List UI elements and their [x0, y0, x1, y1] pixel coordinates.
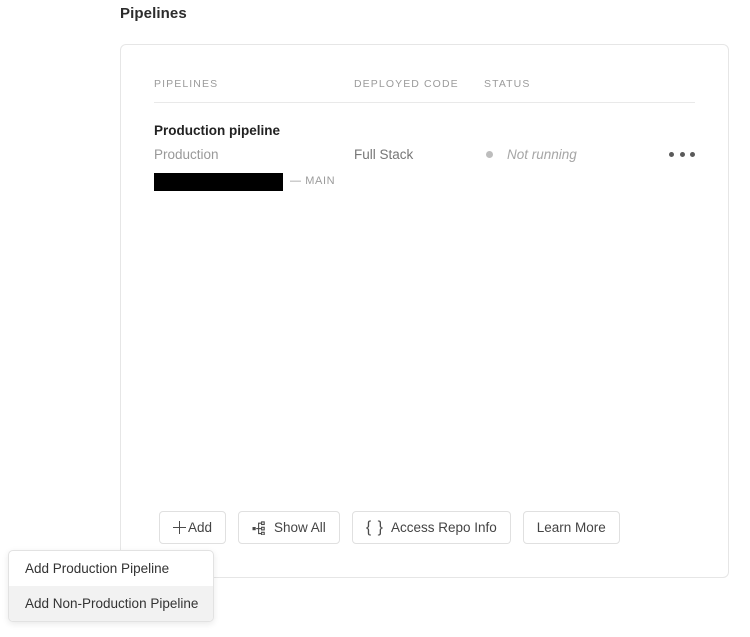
deployed-code-value: Full Stack: [354, 147, 414, 162]
table-row[interactable]: Production pipeline Production — MAIN Fu…: [154, 117, 695, 193]
pipelines-card: PIPELINES DEPLOYED CODE STATUS Productio…: [120, 44, 729, 578]
table-header-row: PIPELINES DEPLOYED CODE STATUS: [154, 78, 695, 102]
plus-icon: [173, 521, 186, 534]
page-title: Pipelines: [120, 5, 187, 22]
learn-more-button-label: Learn More: [536, 519, 606, 535]
column-header-pipelines: PIPELINES: [154, 78, 219, 90]
status-badge: Not running: [486, 147, 577, 162]
header-divider: [154, 102, 695, 103]
ellipsis-dot: [679, 151, 685, 157]
redacted-repository-name: [154, 173, 283, 191]
pipeline-environment: Production: [154, 147, 219, 162]
menu-item-add-production-pipeline[interactable]: Add Production Pipeline: [9, 551, 213, 586]
learn-more-button[interactable]: Learn More: [522, 511, 620, 544]
access-repo-info-button[interactable]: { } Access Repo Info: [351, 511, 511, 544]
status-dot-icon: [486, 151, 493, 158]
add-button-label: Add: [188, 519, 213, 535]
menu-item-add-non-production-pipeline[interactable]: Add Non-Production Pipeline: [9, 586, 213, 621]
show-all-button[interactable]: Show All: [238, 511, 340, 544]
show-all-button-label: Show All: [274, 519, 326, 535]
row-ellipsis-icon[interactable]: [669, 145, 695, 163]
column-header-status: STATUS: [484, 78, 531, 90]
column-header-deployed-code: DEPLOYED CODE: [354, 78, 459, 90]
status-label: Not running: [507, 147, 577, 162]
action-button-bar: Add Show All { } Access Repo Info Learn …: [159, 511, 620, 544]
add-button[interactable]: Add: [159, 511, 227, 544]
add-pipeline-dropdown-menu[interactable]: Add Production Pipeline Add Non-Producti…: [8, 550, 214, 622]
hierarchy-icon: [252, 520, 267, 535]
pipeline-branch: — MAIN: [290, 175, 336, 187]
pipeline-name: Production pipeline: [154, 123, 281, 138]
curly-braces-icon: { }: [365, 518, 384, 536]
ellipsis-dot: [669, 151, 674, 157]
ellipsis-dot: [690, 151, 695, 157]
access-repo-info-button-label: Access Repo Info: [390, 519, 497, 535]
